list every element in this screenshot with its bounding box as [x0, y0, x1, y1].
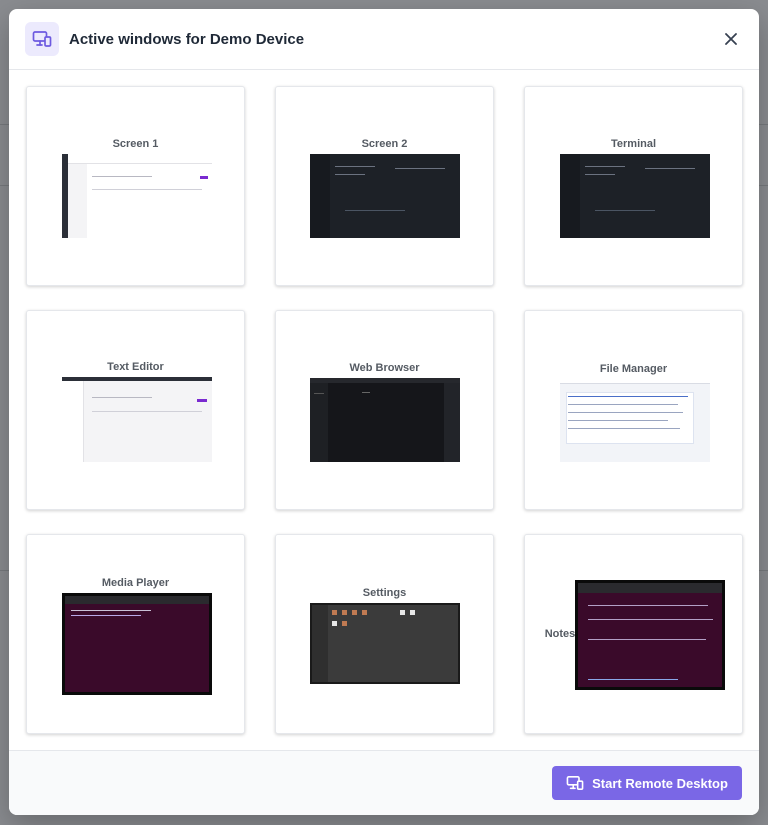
close-button[interactable] [719, 27, 743, 51]
window-label: Settings [362, 587, 407, 599]
window-card-screen-2[interactable]: Screen 2 [275, 86, 494, 286]
window-thumbnail [575, 580, 725, 690]
window-label: Media Player [101, 577, 170, 589]
window-card-notes[interactable]: Notes [524, 534, 743, 734]
window-label: File Manager [599, 363, 668, 375]
window-thumbnail [62, 593, 212, 695]
devices-icon [566, 775, 584, 791]
dialog-header: Active windows for Demo Device [9, 9, 759, 70]
window-label: Web Browser [349, 362, 420, 374]
window-card-terminal[interactable]: Terminal [524, 86, 743, 286]
dialog-footer: Start Remote Desktop [9, 750, 759, 815]
window-card-settings[interactable]: Settings [275, 534, 494, 734]
window-thumbnail [560, 154, 710, 238]
window-thumbnail [310, 603, 460, 684]
window-card-media-player[interactable]: Media Player [26, 534, 245, 734]
window-thumbnail [560, 378, 710, 462]
window-card-web-browser[interactable]: Web Browser [275, 310, 494, 510]
start-remote-desktop-label: Start Remote Desktop [592, 775, 728, 791]
window-card-file-manager[interactable]: File Manager [524, 310, 743, 510]
window-grid: Screen 1 Screen 2 Terminal Text Editor W… [26, 86, 743, 734]
window-label: Terminal [610, 138, 657, 150]
window-thumbnail [62, 377, 212, 462]
window-label: Text Editor [107, 361, 164, 373]
active-windows-dialog: Active windows for Demo Device Screen 1 … [9, 9, 759, 815]
window-label: Screen 2 [361, 138, 408, 150]
window-thumbnail [310, 378, 460, 462]
dialog-title: Active windows for Demo Device [69, 30, 305, 48]
devices-icon [25, 22, 59, 56]
window-thumbnail [310, 154, 460, 238]
window-card-text-editor[interactable]: Text Editor [26, 310, 245, 510]
window-card-screen-1[interactable]: Screen 1 [26, 86, 245, 286]
window-label: Screen 1 [112, 138, 159, 150]
start-remote-desktop-button[interactable]: Start Remote Desktop [552, 766, 742, 800]
close-icon [725, 33, 737, 45]
window-thumbnail [62, 154, 212, 238]
